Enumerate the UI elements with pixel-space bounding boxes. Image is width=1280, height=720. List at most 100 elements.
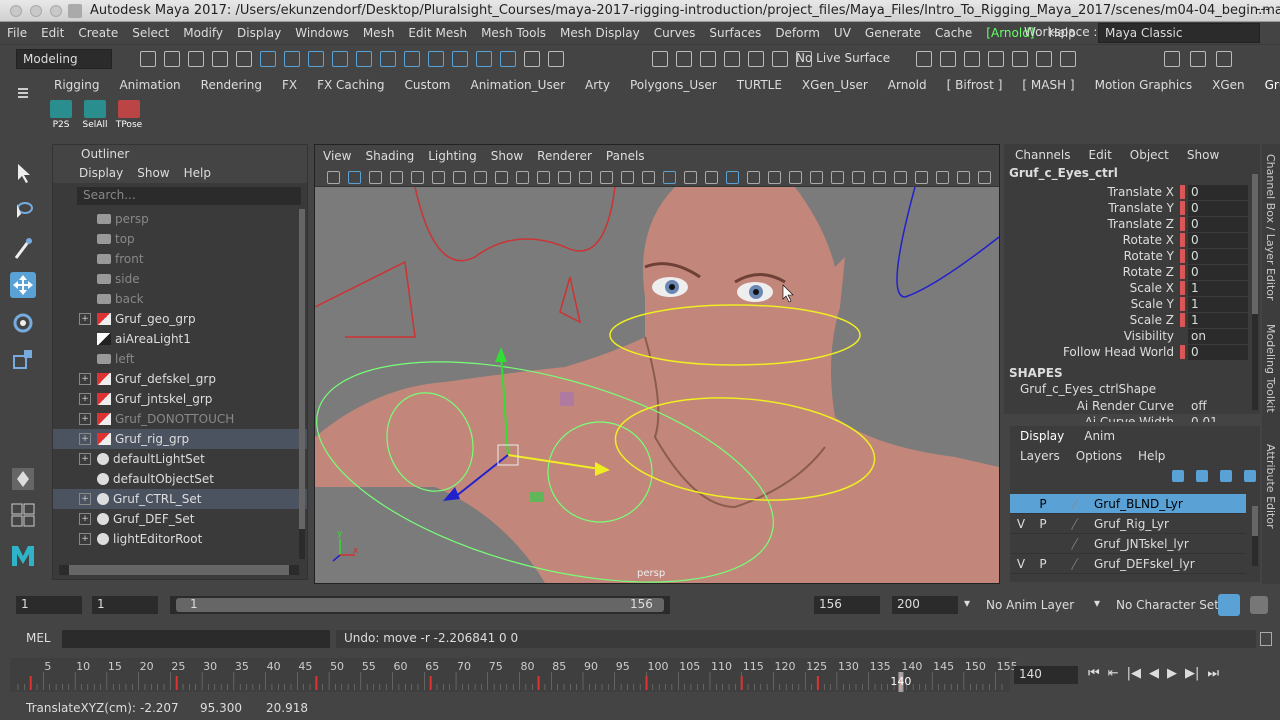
layer-row[interactable]: Gruf_JNTskel_lyr (1010, 534, 1246, 554)
sidebar-tab-modeling-toolkit[interactable]: Modeling Toolkit (1264, 324, 1277, 413)
scale-tool-icon[interactable] (10, 346, 36, 372)
layer-visibility-toggle[interactable]: V (1010, 557, 1032, 571)
layer-playback-toggle[interactable]: P (1032, 497, 1054, 511)
select-by-hierarchy-icon[interactable] (260, 51, 276, 67)
select-joints-icon[interactable] (356, 51, 372, 67)
channel-label[interactable]: Rotate X (1004, 233, 1180, 247)
shelf-tab-custom[interactable]: Custom (395, 78, 461, 92)
shelf-button-selall[interactable]: SelAll (80, 100, 110, 130)
menu-modify[interactable]: Modify (176, 26, 230, 40)
layer-row[interactable]: V P Gruf_Rig_Lyr (1010, 514, 1246, 534)
outliner-row[interactable]: back (53, 289, 307, 309)
shape-attr-row[interactable]: Ai Curve Width 0.01 (1004, 414, 1260, 423)
new-scene-icon[interactable] (140, 51, 156, 67)
go-to-start-icon[interactable]: ⏮ (1088, 666, 1100, 681)
outliner-hscrollbar[interactable] (59, 565, 299, 575)
step-back-key-icon[interactable]: ⇤ (1108, 666, 1119, 681)
layer-name[interactable]: Gruf_Rig_Lyr (1086, 517, 1169, 531)
render-view-icon[interactable] (1012, 51, 1028, 67)
channel-row[interactable]: Scale Y 1 (1004, 296, 1260, 312)
expand-icon[interactable]: + (79, 453, 91, 465)
shelf-tab-fx[interactable]: FX (272, 78, 307, 92)
expand-icon[interactable]: + (79, 313, 91, 325)
expand-icon[interactable]: + (79, 413, 91, 425)
outliner-row[interactable]: persp (53, 209, 307, 229)
viewport-menu-renderer[interactable]: Renderer (537, 149, 592, 163)
panel-tool-17-icon[interactable] (684, 171, 697, 184)
viewport-persp[interactable]: y x persp (315, 187, 999, 583)
channel-row[interactable]: Translate X 0 (1004, 184, 1260, 200)
outliner-toggle-icon[interactable] (1190, 51, 1206, 67)
channel-row[interactable]: Rotate Y 0 (1004, 248, 1260, 264)
channel-label[interactable]: Follow Head World (1004, 345, 1180, 359)
channel-value[interactable]: 0 (1188, 232, 1248, 248)
shelf-tab-bifrost[interactable]: [ Bifrost ] (937, 78, 1013, 92)
shape-attr-value[interactable]: 0.01 (1188, 415, 1248, 423)
panel-tool-11-icon[interactable] (558, 171, 571, 184)
snap-point-icon[interactable] (700, 51, 716, 67)
panel-tool-12-icon[interactable] (579, 171, 592, 184)
select-by-component-icon[interactable] (308, 51, 324, 67)
shelf-tab-rigging[interactable]: Rigging (44, 78, 109, 92)
outliner-menu-help[interactable]: Help (184, 166, 211, 180)
channel-row[interactable]: Translate Y 0 (1004, 200, 1260, 216)
current-frame-field[interactable]: 140 (1014, 666, 1078, 684)
expand-icon[interactable]: + (79, 533, 91, 545)
layer-playback-toggle[interactable]: P (1032, 557, 1054, 571)
channel-label[interactable]: Visibility (1004, 329, 1180, 343)
lock-selection-icon[interactable] (524, 51, 540, 67)
shelf-tab-xgen-user[interactable]: XGen_User (792, 78, 878, 92)
shape-attr-value[interactable]: off (1188, 399, 1248, 414)
paint-select-tool-icon[interactable] (10, 236, 36, 262)
viewport-menu-lighting[interactable]: Lighting (428, 149, 477, 163)
select-misc-icon[interactable] (500, 51, 516, 67)
outliner-row[interactable]: + Gruf_CTRL_Set (53, 489, 307, 509)
layer-tab-display[interactable]: Display (1020, 429, 1064, 443)
anim-layer-chevron-icon[interactable]: ▾ (964, 596, 970, 610)
outliner-row[interactable]: + Gruf_DEF_Set (53, 509, 307, 529)
sidebar-tab-channel-box[interactable]: Channel Box / Layer Editor (1264, 154, 1277, 301)
live-surface-label[interactable]: No Live Surface (796, 51, 890, 65)
time-slider-track[interactable]: 5 10 15 20 25 30 35 40 45 50 55 60 65 70 75 80 85 90 95 100… (10, 658, 1020, 692)
command-input[interactable] (62, 630, 330, 648)
channel-row[interactable]: Rotate X 0 (1004, 232, 1260, 248)
outliner-menu-display[interactable]: Display (79, 166, 123, 180)
panel-tool-13-icon[interactable] (600, 171, 613, 184)
expand-icon[interactable]: + (79, 393, 91, 405)
make-live-icon[interactable] (772, 51, 788, 67)
shape-attr-row[interactable]: Ai Render Curve off (1004, 398, 1260, 414)
shelf-button-tpose[interactable]: TPose (114, 100, 144, 130)
channel-row[interactable]: Scale X 1 (1004, 280, 1260, 296)
channel-box-toggle-icon[interactable] (1216, 51, 1232, 67)
panel-tool-26-icon[interactable] (873, 171, 886, 184)
layer-row[interactable]: P Gruf_BLND_Lyr (1010, 494, 1246, 514)
highlight-selection-icon[interactable] (548, 51, 564, 67)
render-settings-icon[interactable] (964, 51, 980, 67)
panel-tool-24-icon[interactable] (831, 171, 844, 184)
viewport-menu-panels[interactable]: Panels (606, 149, 645, 163)
expand-icon[interactable]: + (79, 493, 91, 505)
play-backwards-icon[interactable]: ◀ (1149, 666, 1159, 681)
panel-tool-8-icon[interactable] (495, 171, 508, 184)
minimize-window-button[interactable] (30, 5, 42, 17)
menu-set-dropdown[interactable]: Modeling (16, 49, 112, 69)
panel-tool-18-icon[interactable] (705, 171, 718, 184)
new-layer-from-selected-icon[interactable] (1244, 470, 1256, 482)
outliner-row[interactable]: top (53, 229, 307, 249)
char-set-chevron-icon[interactable]: ▾ (1094, 596, 1100, 610)
auto-key-icon[interactable] (1218, 594, 1240, 616)
panel-tool-1-icon[interactable] (348, 171, 361, 184)
panel-tool-7-icon[interactable] (474, 171, 487, 184)
channel-label[interactable]: Scale Z (1004, 313, 1180, 327)
channel-row[interactable]: Scale Z 1 (1004, 312, 1260, 328)
channel-menu-edit[interactable]: Edit (1089, 148, 1112, 162)
panel-tool-15-icon[interactable] (642, 171, 655, 184)
panel-tool-22-icon[interactable] (789, 171, 802, 184)
quick-layout-icon[interactable] (10, 466, 36, 492)
outliner-row[interactable]: + defaultLightSet (53, 449, 307, 469)
channel-value[interactable]: 0 (1188, 264, 1248, 280)
sidebar-tab-attribute-editor[interactable]: Attribute Editor (1264, 444, 1277, 529)
preferences-icon[interactable] (1250, 596, 1268, 614)
viewport-menu-shading[interactable]: Shading (365, 149, 414, 163)
play-forwards-icon[interactable]: ▶ (1167, 666, 1177, 681)
